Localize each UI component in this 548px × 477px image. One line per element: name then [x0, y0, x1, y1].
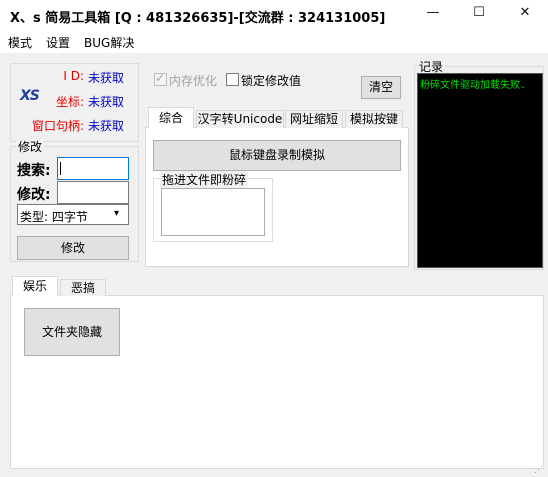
window-handle-label: 窗口句柄:: [31, 119, 84, 133]
search-label: 搜索:: [17, 163, 51, 179]
search-input[interactable]: [57, 157, 129, 180]
type-select[interactable]: 类型: 四字节 ▾: [17, 204, 129, 225]
modify-label: 修改:: [17, 187, 51, 203]
log-textarea[interactable]: 粉碎文件驱动加载失败.: [417, 73, 543, 268]
menu-bug-fix[interactable]: BUG解决: [84, 34, 134, 51]
type-select-value: 类型: 四字节: [20, 210, 88, 224]
modify-input[interactable]: [57, 181, 129, 204]
tab-unicode[interactable]: 汉字转Unicode: [196, 110, 284, 128]
id-value: 未获取: [88, 71, 125, 85]
menu-settings[interactable]: 设置: [46, 34, 70, 51]
log-line: 粉碎文件驱动加载失败.: [420, 80, 527, 91]
window-title: X、s 简易工具箱 [Q : 481326635]-[交流群 : 3241310…: [10, 11, 386, 26]
modify-button[interactable]: 修改: [17, 236, 129, 260]
clear-button[interactable]: 清空: [361, 76, 401, 99]
tab-simulate-keys[interactable]: 模拟按键: [345, 110, 403, 128]
maximize-button[interactable]: ☐: [456, 0, 502, 28]
lock-value-checkbox[interactable]: [226, 73, 239, 86]
title-bar[interactable]: X、s 简易工具箱 [Q : 481326635]-[交流群 : 3241310…: [0, 0, 548, 31]
menu-bar: 模式 设置 BUG解决: [0, 31, 548, 53]
memory-optimize-checkbox[interactable]: ✓: [154, 71, 167, 86]
tab-url-shorten[interactable]: 网址缩短: [285, 110, 343, 128]
id-label: I D:: [63, 69, 84, 83]
window-handle-value: 未获取: [88, 119, 125, 133]
modify-group-label: 修改: [16, 138, 45, 155]
tab-prank[interactable]: 恶搞: [60, 279, 106, 296]
coord-label: 坐标:: [55, 95, 84, 109]
close-button[interactable]: ✕: [502, 0, 548, 28]
coord-value: 未获取: [88, 95, 125, 109]
shred-group-label: 拖进文件即粉碎: [160, 171, 249, 188]
text-caret: [60, 162, 61, 175]
check-icon: ✓: [155, 71, 166, 85]
hide-folder-button[interactable]: 文件夹隐藏: [24, 308, 120, 356]
minimize-button[interactable]: —: [410, 0, 456, 28]
menu-mode[interactable]: 模式: [8, 34, 32, 51]
record-simulate-button[interactable]: 鼠标键盘录制模拟: [153, 140, 401, 171]
chevron-down-icon: ▾: [114, 208, 120, 219]
resize-grip-icon[interactable]: ⋰: [534, 465, 544, 475]
memory-optimize-label: 内存优化: [169, 74, 218, 88]
shred-drop-area[interactable]: [161, 188, 265, 236]
lock-value-label: 锁定修改值: [241, 74, 302, 88]
tab-entertainment[interactable]: 娱乐: [12, 276, 58, 296]
tab-general[interactable]: 综合: [148, 107, 194, 128]
